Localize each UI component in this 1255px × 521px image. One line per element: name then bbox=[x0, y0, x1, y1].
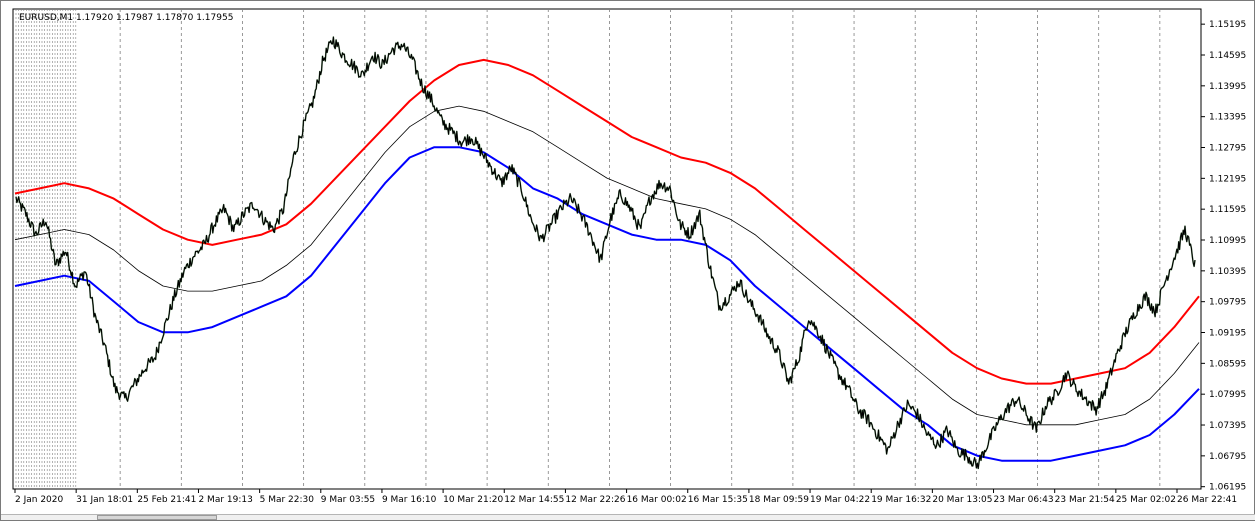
middle-band-line bbox=[14, 105, 1200, 426]
chart-title: EURUSD,M1 1.17920 1.17987 1.17870 1.1795… bbox=[19, 13, 233, 23]
x-tick-label: 2 Mar 19:13 bbox=[198, 495, 252, 505]
scrollbar-thumb[interactable] bbox=[97, 515, 217, 520]
y-tick-label: 1.11595 bbox=[1209, 205, 1246, 215]
x-tick-label: 19 Mar 04:22 bbox=[810, 495, 870, 505]
x-tick-label: 5 Mar 22:30 bbox=[260, 495, 315, 505]
x-tick-label: 12 Mar 22:26 bbox=[565, 495, 625, 505]
y-tick-label: 1.07395 bbox=[1209, 421, 1246, 431]
x-tick-label: 9 Mar 03:55 bbox=[321, 495, 375, 505]
y-tick-label: 1.12195 bbox=[1209, 174, 1246, 184]
x-tick-label: 26 Mar 22:41 bbox=[1177, 495, 1237, 505]
horizontal-scrollbar[interactable] bbox=[1, 514, 1255, 520]
price-shadow-line bbox=[15, 36, 1196, 470]
grid-layer bbox=[12, 8, 1202, 490]
plot-border bbox=[12, 8, 1202, 490]
y-tick-label: 1.07995 bbox=[1209, 390, 1246, 400]
x-tick-label: 9 Mar 16:10 bbox=[382, 495, 437, 505]
price-chart: 1.15195 1.14595 1.13995 1.13395 1.12795 1.121… bbox=[12, 8, 1246, 505]
y-tick-label: 1.09195 bbox=[1209, 329, 1246, 339]
y-axis: 1.15195 1.14595 1.13995 1.13395 1.12795 1.121… bbox=[1201, 20, 1246, 493]
y-tick-label: 1.08595 bbox=[1209, 359, 1246, 369]
x-tick-label: 12 Mar 14:55 bbox=[504, 495, 564, 505]
y-tick-label: 1.10395 bbox=[1209, 267, 1246, 277]
y-tick-label: 1.14595 bbox=[1209, 51, 1246, 61]
x-tick-label: 23 Mar 21:54 bbox=[1055, 495, 1115, 505]
upper-band-line bbox=[14, 58, 1200, 385]
x-tick-label: 23 Mar 06:43 bbox=[994, 495, 1054, 505]
y-tick-label: 1.12795 bbox=[1209, 144, 1246, 154]
x-tick-label: 31 Jan 18:01 bbox=[76, 495, 133, 505]
lower-band-line bbox=[14, 146, 1200, 462]
x-axis: 2 Jan 2020 31 Jan 18:01 25 Feb 21:41 2 Mar … bbox=[14, 489, 1237, 505]
x-tick-label: 19 Mar 16:32 bbox=[871, 495, 931, 505]
x-tick-label: 16 Mar 00:02 bbox=[627, 495, 687, 505]
x-tick-label: 18 Mar 09:59 bbox=[749, 495, 809, 505]
x-tick-label: 16 Mar 15:35 bbox=[688, 495, 748, 505]
x-tick-label: 25 Feb 21:41 bbox=[137, 495, 196, 505]
y-tick-label: 1.13995 bbox=[1209, 82, 1246, 92]
chart-frame: 1.15195 1.14595 1.13995 1.13395 1.12795 1.121… bbox=[0, 0, 1255, 521]
x-tick-label: 25 Mar 02:02 bbox=[1116, 495, 1176, 505]
x-tick-label: 2 Jan 2020 bbox=[15, 495, 63, 505]
y-tick-label: 1.09795 bbox=[1209, 298, 1246, 308]
x-tick-label: 10 Mar 21:20 bbox=[443, 495, 503, 505]
y-tick-label: 1.06195 bbox=[1209, 483, 1246, 493]
y-tick-label: 1.15195 bbox=[1209, 20, 1246, 30]
y-tick-label: 1.13395 bbox=[1209, 113, 1246, 123]
x-tick-label: 20 Mar 13:05 bbox=[932, 495, 992, 505]
price-line bbox=[15, 36, 1196, 470]
price-layer bbox=[15, 36, 1196, 470]
y-tick-label: 1.06795 bbox=[1209, 452, 1246, 462]
y-tick-label: 1.10995 bbox=[1209, 236, 1246, 246]
